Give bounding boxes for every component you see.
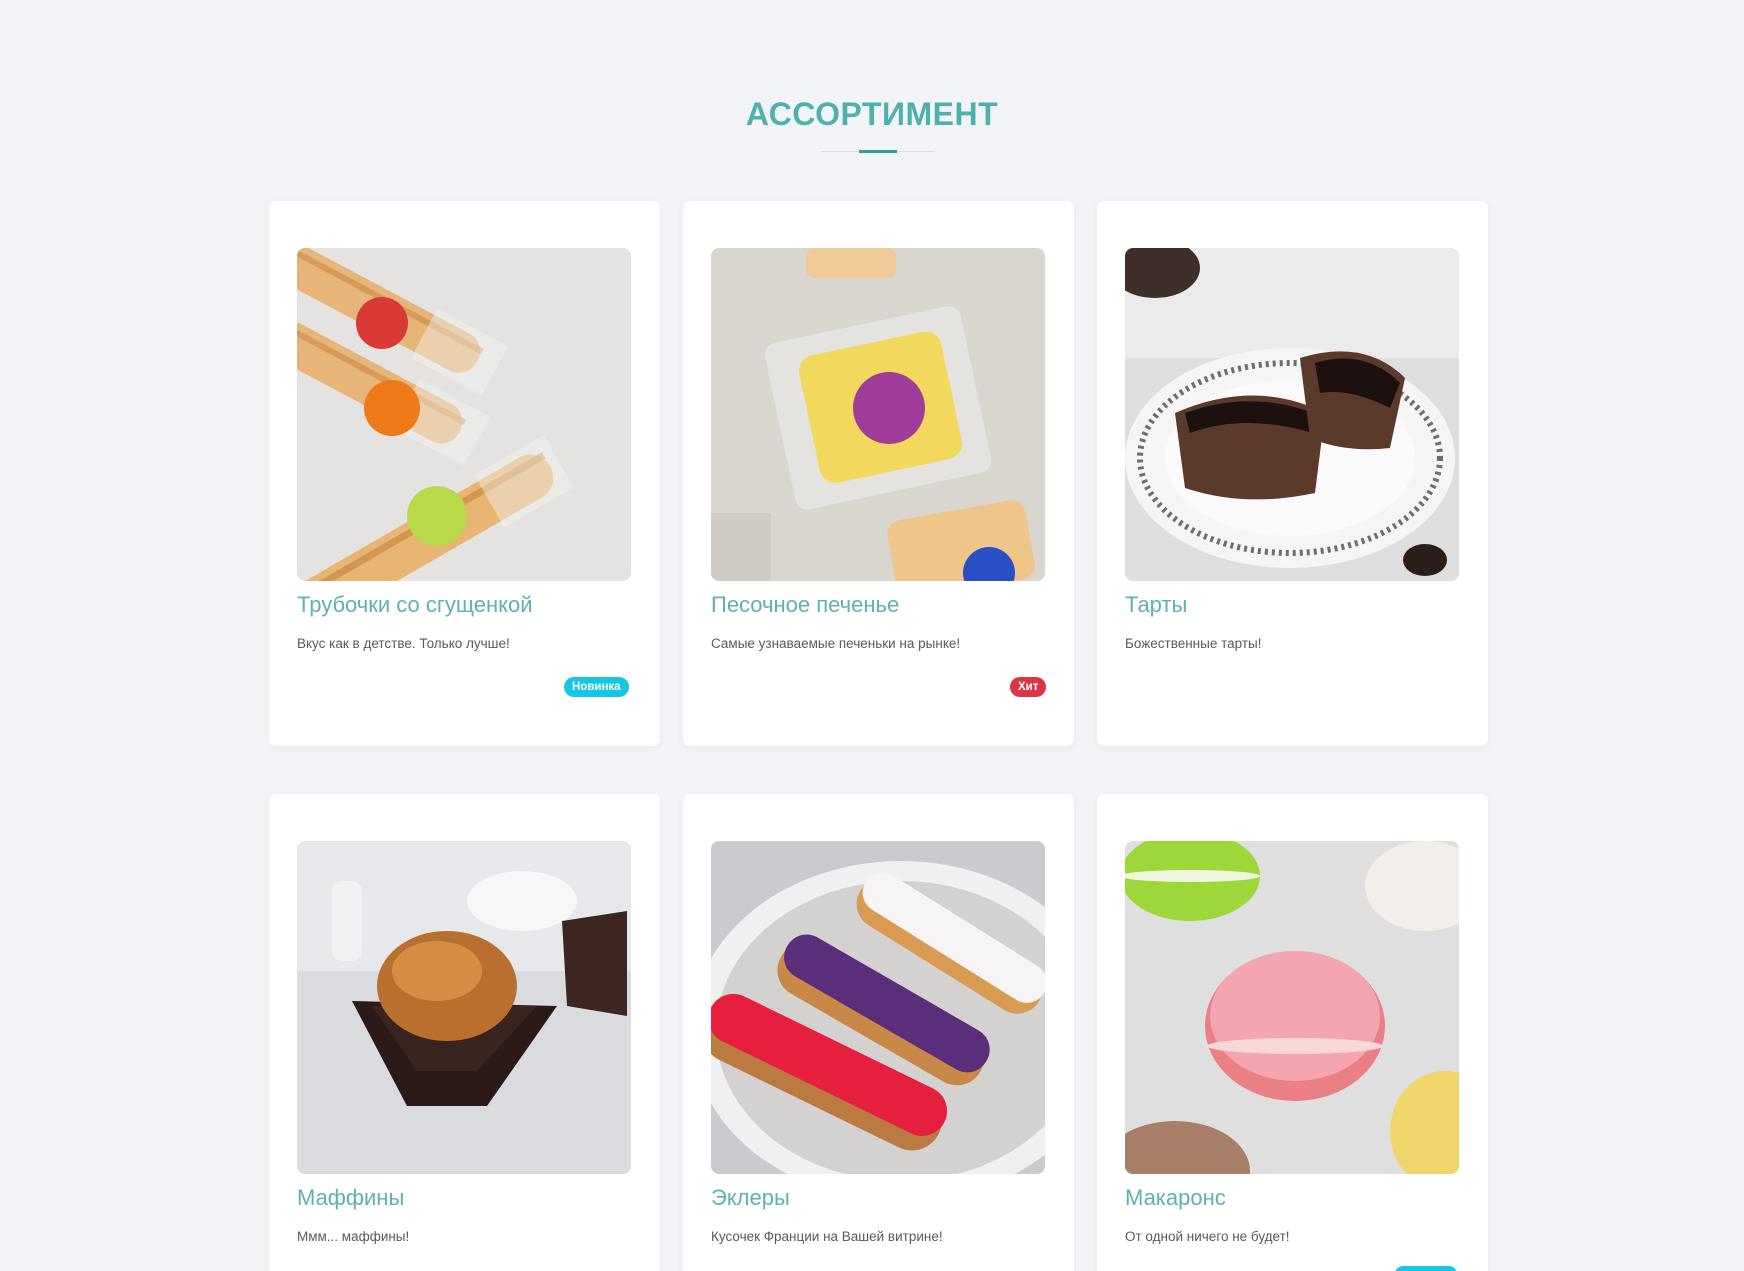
macarons-image bbox=[1125, 841, 1459, 1174]
eclairs-photo[interactable] bbox=[711, 841, 1045, 1174]
eclairs-image bbox=[711, 841, 1045, 1174]
badge-new: Новинка bbox=[564, 677, 629, 697]
product-name[interactable]: Трубочки со сгущенкой bbox=[297, 592, 637, 618]
product-card[interactable]: Эклеры Кусочек Франции на Вашей витрине! bbox=[683, 794, 1074, 1271]
product-name[interactable]: Песочное печенье bbox=[711, 592, 1051, 618]
shortbread-photo[interactable] bbox=[711, 248, 1045, 581]
product-name[interactable]: Тарты bbox=[1125, 592, 1465, 618]
product-card[interactable]: Трубочки со сгущенкой Вкус как в детстве… bbox=[269, 201, 660, 746]
product-name[interactable]: Маффины bbox=[297, 1185, 637, 1211]
product-card[interactable]: Макаронс От одной ничего не будет! bbox=[1097, 794, 1488, 1271]
shortbread-image bbox=[711, 248, 1045, 581]
divider-accent bbox=[859, 150, 897, 153]
product-description: От одной ничего не будет! bbox=[1125, 1229, 1290, 1244]
badge-new bbox=[1395, 1266, 1457, 1271]
muffin-image bbox=[297, 841, 631, 1174]
muffin-photo[interactable] bbox=[297, 841, 631, 1174]
macarons-photo[interactable] bbox=[1125, 841, 1459, 1174]
product-description: Самые узнаваемые печеньки на рынке! bbox=[711, 636, 961, 651]
product-name[interactable]: Эклеры bbox=[711, 1185, 1051, 1211]
section-title: АССОРТИМЕНТ bbox=[745, 96, 999, 132]
tarts-photo[interactable] bbox=[1125, 248, 1459, 581]
product-name[interactable]: Макаронс bbox=[1125, 1185, 1465, 1211]
wafer-rolls-image bbox=[297, 248, 631, 581]
title-divider bbox=[821, 150, 935, 154]
wafer-rolls-photo[interactable] bbox=[297, 248, 631, 581]
product-card[interactable]: Тарты Божественные тарты! bbox=[1097, 201, 1488, 746]
badge-hit: Хит bbox=[1010, 677, 1047, 697]
tarts-image bbox=[1125, 248, 1459, 581]
assortment-page: АССОРТИМЕНТ Трубочки со сгущенкой Вкус к… bbox=[0, 0, 1744, 1271]
product-description: Кусочек Франции на Вашей витрине! bbox=[711, 1229, 943, 1244]
product-description: Ммм... маффины! bbox=[297, 1229, 410, 1244]
product-description: Вкус как в детстве. Только лучше! bbox=[297, 636, 510, 651]
product-card[interactable]: Маффины Ммм... маффины! bbox=[269, 794, 660, 1271]
product-card[interactable]: Песочное печенье Самые узнаваемые печень… bbox=[683, 201, 1074, 746]
product-description: Божественные тарты! bbox=[1125, 636, 1262, 651]
